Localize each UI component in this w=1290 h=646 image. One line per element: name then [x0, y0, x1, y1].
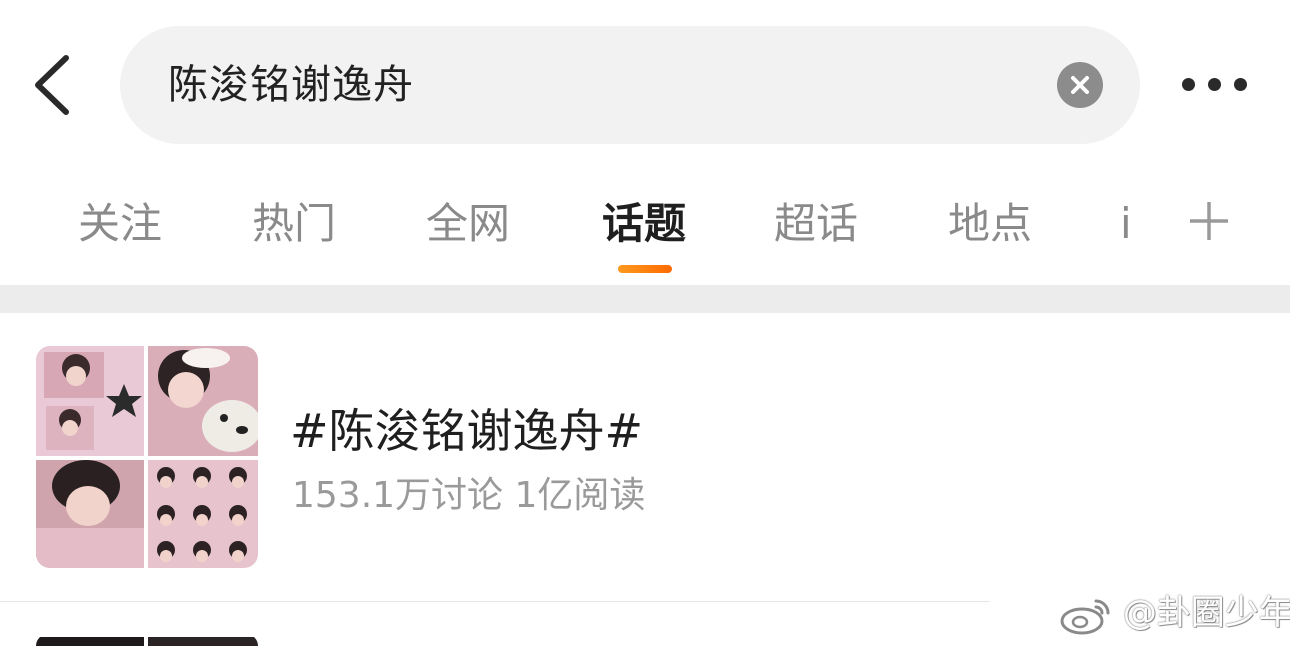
tab-partial[interactable]: i — [1120, 196, 1130, 256]
topic-title: #陈浚铭谢逸舟# — [290, 404, 644, 458]
read-count: 1亿阅读 — [514, 475, 646, 516]
next-result-thumbnail[interactable] — [36, 634, 258, 646]
back-button[interactable] — [30, 52, 80, 122]
watermark: @卦圈少年 — [1060, 588, 1290, 638]
tab-bar: 关注 热门 全网 话题 超话 地点 i — [0, 170, 1290, 285]
tab-topics[interactable]: 话题 — [602, 196, 686, 256]
plus-icon — [1190, 202, 1228, 240]
clear-icon — [1071, 76, 1089, 94]
search-query-text: 陈浚铭谢逸舟 — [168, 62, 414, 108]
watermark-text: @卦圈少年 — [1122, 593, 1290, 633]
back-arrow-icon — [35, 55, 69, 115]
topic-thumbnail — [36, 346, 258, 568]
row-divider — [0, 601, 990, 602]
clear-search-button[interactable] — [1057, 62, 1103, 108]
search-input[interactable]: 陈浚铭谢逸舟 — [120, 26, 1140, 144]
tab-super-topic[interactable]: 超话 — [774, 196, 858, 256]
weibo-logo-icon — [1060, 599, 1110, 634]
tab-hot[interactable]: 热门 — [252, 196, 336, 256]
more-icon[interactable] — [1170, 62, 1260, 108]
tab-location[interactable]: 地点 — [948, 196, 1032, 256]
active-tab-indicator — [618, 265, 672, 273]
section-divider — [0, 285, 1290, 313]
topic-stats: 153.1万讨论 1亿阅读 — [292, 473, 645, 519]
tab-all-web[interactable]: 全网 — [426, 196, 510, 256]
discussion-count: 153.1万讨论 — [292, 475, 504, 516]
add-tab-button[interactable] — [1188, 200, 1230, 242]
top-bar: 陈浚铭谢逸舟 — [0, 0, 1290, 170]
tab-follow[interactable]: 关注 — [78, 196, 162, 256]
topic-result-item[interactable]: #陈浚铭谢逸舟# 153.1万讨论 1亿阅读 — [0, 313, 1290, 601]
